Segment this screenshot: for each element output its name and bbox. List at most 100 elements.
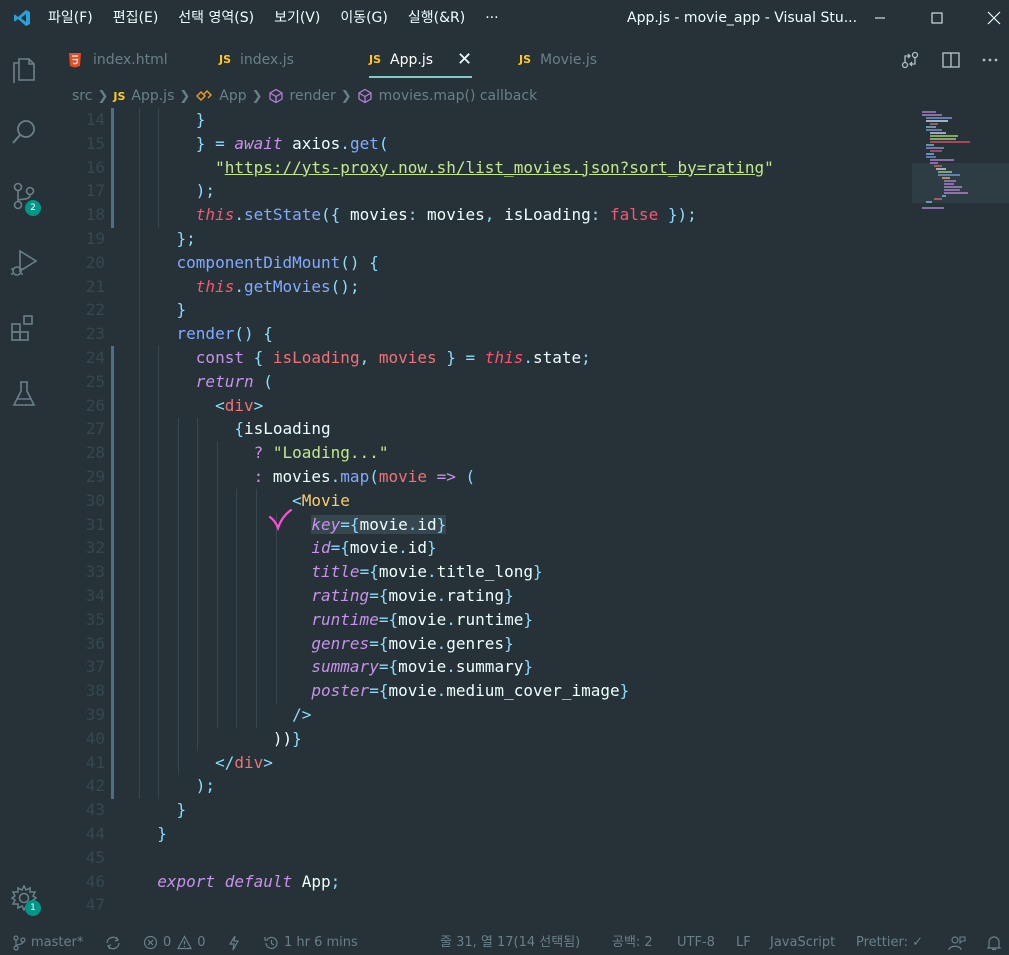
code-text: summary={movie.summary} <box>311 657 533 677</box>
menu-go[interactable]: 이동(G) <box>330 0 398 36</box>
breadcrumb-callback[interactable]: movies.map() callback <box>379 88 538 104</box>
editor-tab-bar: index.html JS index.js JS App.js ✕ JS Mo… <box>48 36 1009 83</box>
code-text: } <box>138 110 206 129</box>
code-text: } = await axios.get( <box>138 133 389 153</box>
code-line: 44 } <box>48 822 908 846</box>
code-text: "https://yts-proxy.now.sh/list_movies.js… <box>138 157 774 177</box>
code-line: 30 <Movie <box>48 489 908 513</box>
notifications-bell-icon[interactable] <box>986 930 1007 955</box>
menu-more[interactable]: ··· <box>475 0 508 36</box>
cursor-position[interactable]: 줄 31, 열 17(14 선택됨) <box>440 930 580 955</box>
js-icon: JS <box>519 53 532 66</box>
tab-label: Movie.js <box>540 51 598 68</box>
menu-bar: 파일(F) 편집(E) 선택 영역(S) 보기(V) 이동(G) 실행(&R) … <box>44 0 509 36</box>
feedback-icon[interactable] <box>948 930 971 955</box>
code-line: 47 <box>85 895 105 915</box>
extensions-icon[interactable] <box>0 304 48 352</box>
code-text: title={movie.title_long} <box>311 562 543 582</box>
breadcrumb-method[interactable]: render <box>290 88 336 104</box>
code-text: </div> <box>138 752 273 772</box>
close-window-button[interactable] <box>971 0 1009 36</box>
chevron-right-icon: ❯ <box>340 88 352 104</box>
compare-changes-icon[interactable] <box>890 36 930 83</box>
code-line: 16 "https://yts-proxy.now.sh/list_movies… <box>48 156 908 180</box>
method-icon <box>357 88 373 104</box>
js-icon: JS <box>113 89 126 103</box>
end-of-line[interactable]: LF <box>736 930 751 955</box>
menu-edit[interactable]: 편집(E) <box>103 0 169 36</box>
chevron-right-icon: ❯ <box>179 88 191 104</box>
tab-index-html[interactable]: index.html <box>68 36 168 83</box>
method-icon <box>268 88 284 104</box>
tab-index-js[interactable]: JS index.js <box>219 36 294 83</box>
code-text: ))} <box>138 728 302 748</box>
code-line: 22 } <box>48 298 908 322</box>
tab-app-js[interactable]: JS App.js ✕ <box>369 36 473 83</box>
search-icon[interactable] <box>0 108 48 156</box>
breadcrumb-folder[interactable]: src <box>72 88 92 104</box>
code-text: } <box>138 800 187 820</box>
code-line: 17 ); <box>48 179 908 203</box>
lightning-icon[interactable] <box>228 930 245 955</box>
warning-count: 0 <box>197 935 206 950</box>
menu-run[interactable]: 실행(&R) <box>398 0 475 36</box>
code-line: 19 }; <box>48 227 908 251</box>
split-editor-icon[interactable] <box>931 36 971 83</box>
menu-view[interactable]: 보기(V) <box>264 0 330 36</box>
error-count: 0 <box>163 935 172 950</box>
encoding[interactable]: UTF-8 <box>677 930 715 955</box>
code-text: } <box>138 300 187 320</box>
code-line: 15 } = await axios.get( <box>48 132 908 156</box>
menu-file[interactable]: 파일(F) <box>44 0 103 36</box>
language-mode[interactable]: JavaScript <box>770 930 835 955</box>
sync-icon[interactable] <box>104 930 127 955</box>
code-line: 29 : movies.map(movie => ( <box>48 465 908 489</box>
code-line: 40 ))} <box>48 727 908 751</box>
code-line: 33 title={movie.title_long} <box>48 560 908 584</box>
code-text: id={movie.id} <box>311 538 437 558</box>
code-line: 25 return ( <box>48 370 908 394</box>
coding-time: 1 hr 6 mins <box>284 935 358 950</box>
minimize-button[interactable] <box>857 0 903 36</box>
branch-indicator[interactable]: master* <box>12 930 83 955</box>
title-bar: 파일(F) 편집(E) 선택 영역(S) 보기(V) 이동(G) 실행(&R) … <box>0 0 1009 36</box>
wakatime-indicator[interactable]: 1 hr 6 mins <box>263 930 358 955</box>
indentation[interactable]: 공백: 2 <box>612 930 653 955</box>
html5-icon <box>69 52 81 67</box>
code-line: 34 rating={movie.rating} <box>48 584 908 608</box>
maximize-button[interactable] <box>914 0 960 36</box>
code-line: 31 key={movie.id} <box>48 513 908 537</box>
js-icon: JS <box>219 53 232 66</box>
testing-flask-icon[interactable] <box>0 370 48 418</box>
code-line: 26 <div> <box>48 394 908 418</box>
code-text: ); <box>138 181 216 201</box>
breadcrumb-file[interactable]: App.js <box>131 88 174 104</box>
tab-movie-js[interactable]: JS Movie.js <box>519 36 597 83</box>
code-line: 42 ); <box>48 774 908 798</box>
code-text: {isLoading <box>138 419 331 439</box>
explorer-icon[interactable] <box>0 44 48 92</box>
chevron-right-icon: ❯ <box>97 88 109 104</box>
code-text: genres={movie.genres} <box>311 633 514 653</box>
problems-indicator[interactable]: 0 0 <box>143 930 206 955</box>
checkmark-annotation-icon <box>268 508 293 532</box>
code-text: render() { <box>176 324 273 344</box>
settings-badge: 1 <box>25 900 41 916</box>
close-tab-icon[interactable]: ✕ <box>457 49 472 70</box>
code-text: ? "Loading..." <box>138 443 389 463</box>
class-icon <box>195 88 213 104</box>
breadcrumb: src ❯ JS App.js ❯ App ❯ render ❯ movies.… <box>72 84 537 108</box>
minimap[interactable] <box>912 108 1009 218</box>
menu-selection[interactable]: 선택 영역(S) <box>168 0 264 36</box>
settings-gear-icon[interactable]: 1 <box>0 874 48 922</box>
code-line: 18 this.setState({ movies: movies, isLoa… <box>48 203 908 227</box>
warning-icon <box>177 935 193 950</box>
more-actions-icon[interactable] <box>970 36 1009 83</box>
source-control-icon[interactable]: 2 <box>0 172 48 220</box>
code-editor[interactable]: 14 } 15 } = await axios.get( 16 "https:/… <box>48 108 1009 930</box>
breadcrumb-class[interactable]: App <box>219 88 246 104</box>
vscode-logo-icon <box>0 0 44 36</box>
code-text: export default App; <box>157 871 341 891</box>
run-debug-icon[interactable] <box>0 238 48 286</box>
prettier-status[interactable]: Prettier: ✓ <box>856 930 923 955</box>
